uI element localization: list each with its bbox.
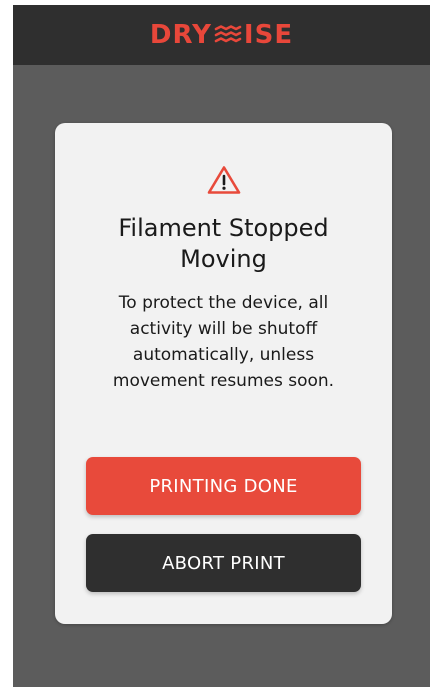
dialog-title: Filament Stopped Moving: [118, 214, 329, 273]
dialog-message: To protect the device, all activity will…: [112, 293, 335, 391]
abort-print-button[interactable]: ABORT PRINT: [86, 534, 361, 592]
app-screen: DRY ISE Filament Stopped Moving To prote…: [13, 5, 430, 687]
top-bar: DRY ISE: [13, 5, 430, 65]
printing-done-button[interactable]: PRINTING DONE: [86, 457, 361, 515]
warning-triangle-icon: [207, 166, 240, 194]
brand-logo: DRY ISE: [150, 22, 293, 48]
wave-icon: [214, 25, 242, 43]
brand-logo-right: ISE: [243, 20, 294, 50]
brand-logo-left: DRY: [149, 20, 212, 50]
filament-alert-dialog: Filament Stopped Moving To protect the d…: [55, 123, 392, 624]
